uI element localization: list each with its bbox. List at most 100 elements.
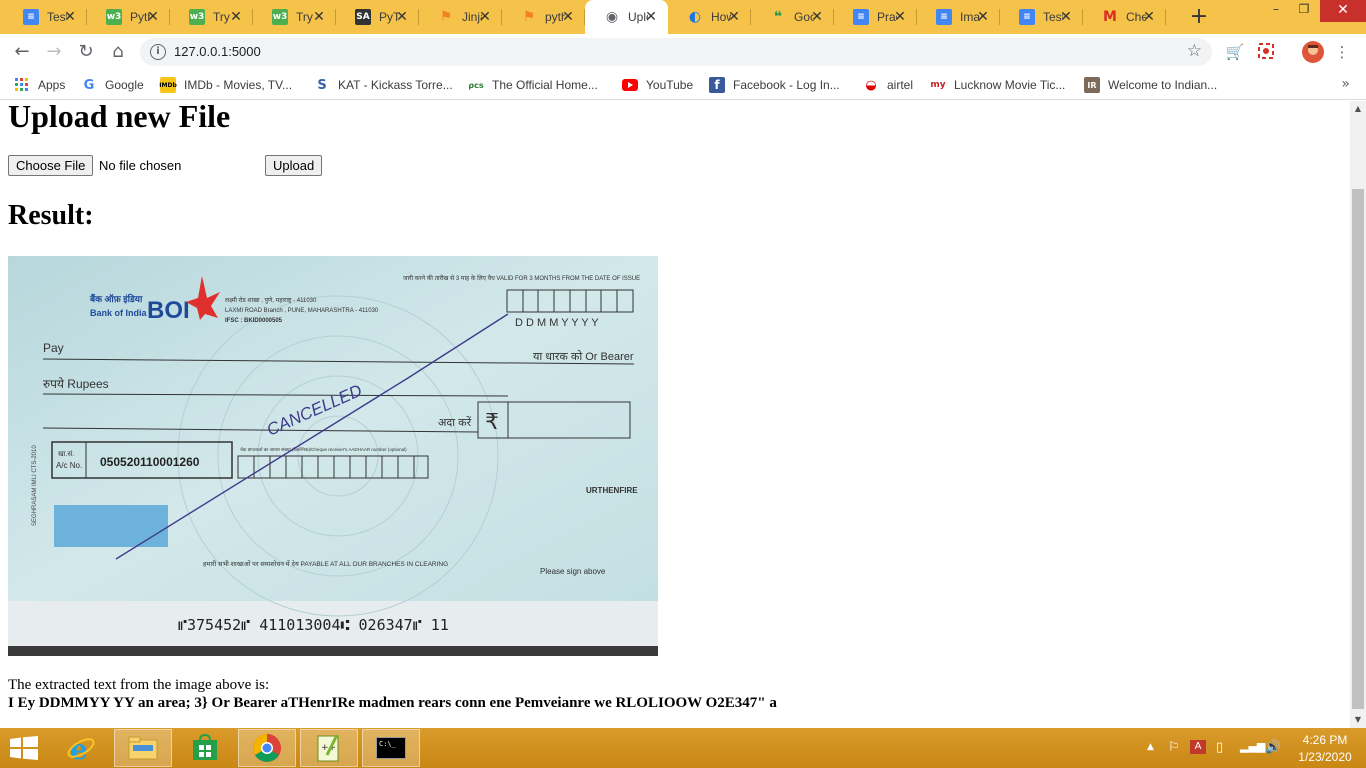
tab-close-icon[interactable]: ✕	[1059, 10, 1073, 24]
youtube-icon	[622, 77, 638, 93]
chrome-icon	[253, 734, 281, 762]
bookmark-kat[interactable]: S KAT - Kickass Torre...	[314, 76, 452, 94]
new-tab-button[interactable]: +	[1188, 6, 1210, 28]
taskbar-file-explorer[interactable]	[114, 729, 172, 767]
stackoverflow-icon: ⚑	[439, 9, 453, 25]
taskbar-command-prompt[interactable]: C:\_	[362, 729, 420, 767]
tab-close-icon[interactable]: ✕	[1142, 10, 1156, 24]
tab-12[interactable]: ≡ Test ✕	[1000, 0, 1083, 34]
hangouts-icon: ❝	[773, 9, 783, 25]
tab-9[interactable]: ❝Google✕	[751, 0, 834, 34]
page-title: Upload new File	[8, 101, 231, 134]
cmd-icon: C:\_	[376, 737, 406, 759]
tab-separator	[1165, 9, 1166, 25]
scroll-down-arrow-icon[interactable]: ▼	[1350, 712, 1366, 728]
tab-11[interactable]: ≡Image✕	[917, 0, 1000, 34]
gmail-icon: M	[1103, 9, 1117, 25]
tab-close-icon[interactable]: ✕	[976, 10, 990, 24]
clock-time[interactable]: 4:26 PM	[1300, 733, 1350, 747]
profile-avatar[interactable]	[1302, 41, 1324, 63]
tab-close-icon[interactable]: ✕	[229, 10, 243, 24]
tray-overflow-icon[interactable]: ▲	[1147, 742, 1154, 752]
restore-button[interactable]: ❐	[1290, 0, 1318, 22]
bookmark-label: Welcome to Indian...	[1108, 78, 1218, 92]
ie-icon: e	[67, 733, 95, 763]
clock-date[interactable]: 1/23/2020	[1297, 750, 1353, 764]
close-window-button[interactable]: ✕	[1320, 0, 1366, 22]
docs-icon: ≡	[23, 9, 39, 25]
cart-extension-icon[interactable]: 🛒	[1225, 42, 1245, 62]
tab-close-icon[interactable]: ✕	[810, 10, 824, 24]
cheque-account-number: 050520110001260	[100, 455, 200, 469]
bookmark-indian-rail[interactable]: IR Welcome to Indian...	[1084, 76, 1217, 94]
acrobat-tray-icon[interactable]: A	[1190, 740, 1206, 754]
tab-7[interactable]: ◉Upload✕	[585, 0, 668, 34]
tab-close-icon[interactable]: ✕	[644, 10, 658, 24]
bookmark-label: Google	[105, 78, 144, 92]
tab-close-icon[interactable]: ✕	[63, 10, 77, 24]
scrollbar-thumb[interactable]	[1352, 189, 1364, 709]
tab-6[interactable]: ⚑python✕	[502, 0, 585, 34]
minimize-button[interactable]: –	[1262, 0, 1290, 22]
tab-10[interactable]: ≡Practice✕	[834, 0, 917, 34]
tab-close-icon[interactable]: ✕	[478, 10, 492, 24]
tab-close-icon[interactable]: ✕	[146, 10, 160, 24]
taskbar-internet-explorer[interactable]: e	[52, 729, 110, 767]
bookmark-youtube[interactable]: YouTube	[622, 76, 693, 94]
tab-close-icon[interactable]: ✕	[312, 10, 326, 24]
bookmark-airtel[interactable]: ◒ airtel	[863, 76, 913, 94]
cheque-side-text: SEGHRASAM IMLI CTS-2010	[32, 445, 38, 526]
apps-grid-icon	[14, 77, 30, 93]
store-icon	[193, 734, 217, 760]
tab-close-icon[interactable]: ✕	[727, 10, 741, 24]
bookmark-label: IMDb - Movies, TV...	[184, 78, 293, 92]
taskbar-store[interactable]	[176, 729, 234, 767]
extracted-text-value: I Ey DDMMYY YY an area; 3} Or Bearer aTH…	[8, 695, 777, 711]
tab-5[interactable]: ⚑Jinja✕	[419, 0, 502, 34]
bookmark-google[interactable]: G Google	[81, 76, 144, 94]
reload-button[interactable]: ↻	[74, 40, 98, 64]
action-center-flag-icon[interactable]: ⚐	[1168, 740, 1180, 755]
address-bar[interactable]: i 127.0.0.1:5000 ☆	[140, 38, 1212, 66]
notepad-icon: ++	[317, 734, 339, 762]
tab-2[interactable]: w3Try it✕	[170, 0, 253, 34]
tab-close-icon[interactable]: ✕	[561, 10, 575, 24]
start-button[interactable]	[10, 736, 40, 760]
page-scrollbar[interactable]: ▲ ▼	[1350, 101, 1366, 728]
bookmark-apps[interactable]: Apps	[14, 76, 65, 94]
tab-8[interactable]: ◐ How ✕	[668, 0, 751, 34]
taskbar-notepad-plus-plus[interactable]: ++	[300, 729, 358, 767]
network-signal-icon[interactable]: ▂▄▆	[1240, 740, 1265, 753]
bookmark-official-home[interactable]: ρcs The Official Home...	[468, 76, 597, 94]
device-tray-icon[interactable]: ▯	[1216, 740, 1223, 755]
tab-0[interactable]: ≡ Test ✕	[4, 0, 87, 34]
choose-file-button[interactable]: Choose File	[8, 155, 94, 176]
volume-icon[interactable]: 🔊	[1265, 740, 1281, 755]
cheque-rupees-label: रुपये Rupees	[43, 377, 109, 391]
forward-button[interactable]: →	[42, 40, 66, 64]
home-button[interactable]: ⌂	[106, 40, 130, 64]
tab-close-icon[interactable]: ✕	[893, 10, 907, 24]
site-info-icon[interactable]: i	[150, 44, 166, 60]
cheque-image: जारी करने की तारीख से 3 माह के लिए वैध V…	[8, 256, 658, 656]
tab-strip: ≡Test✕w3Python✕w3Try it✕w3Try it✕SAPyTor…	[0, 0, 1366, 34]
tab-3[interactable]: w3Try it✕	[253, 0, 336, 34]
airtel-icon: ◒	[865, 77, 877, 93]
back-button[interactable]: ←	[10, 40, 34, 64]
bookmark-bookmyshow[interactable]: my Lucknow Movie Tic...	[930, 76, 1065, 94]
scroll-up-arrow-icon[interactable]: ▲	[1350, 101, 1366, 117]
bookmark-label: airtel	[887, 78, 914, 92]
tab-13[interactable]: MCheck✕	[1083, 0, 1166, 34]
bookmark-star-icon[interactable]: ☆	[1187, 41, 1202, 61]
upload-button[interactable]: Upload	[265, 155, 323, 176]
bookmark-label: YouTube	[646, 78, 694, 92]
taskbar-chrome[interactable]	[238, 729, 296, 767]
bookmark-facebook[interactable]: f Facebook - Log In...	[709, 76, 840, 94]
chrome-menu-icon[interactable]: ⋮	[1332, 42, 1352, 62]
bookmark-imdb[interactable]: IMDb IMDb - Movies, TV...	[159, 76, 293, 94]
screenshot-extension-icon[interactable]	[1256, 42, 1276, 62]
tab-4[interactable]: SAPyTorch✕	[336, 0, 419, 34]
bookmarks-overflow-button[interactable]: »	[1341, 76, 1350, 92]
tab-close-icon[interactable]: ✕	[395, 10, 409, 24]
tab-1[interactable]: w3Python✕	[87, 0, 170, 34]
